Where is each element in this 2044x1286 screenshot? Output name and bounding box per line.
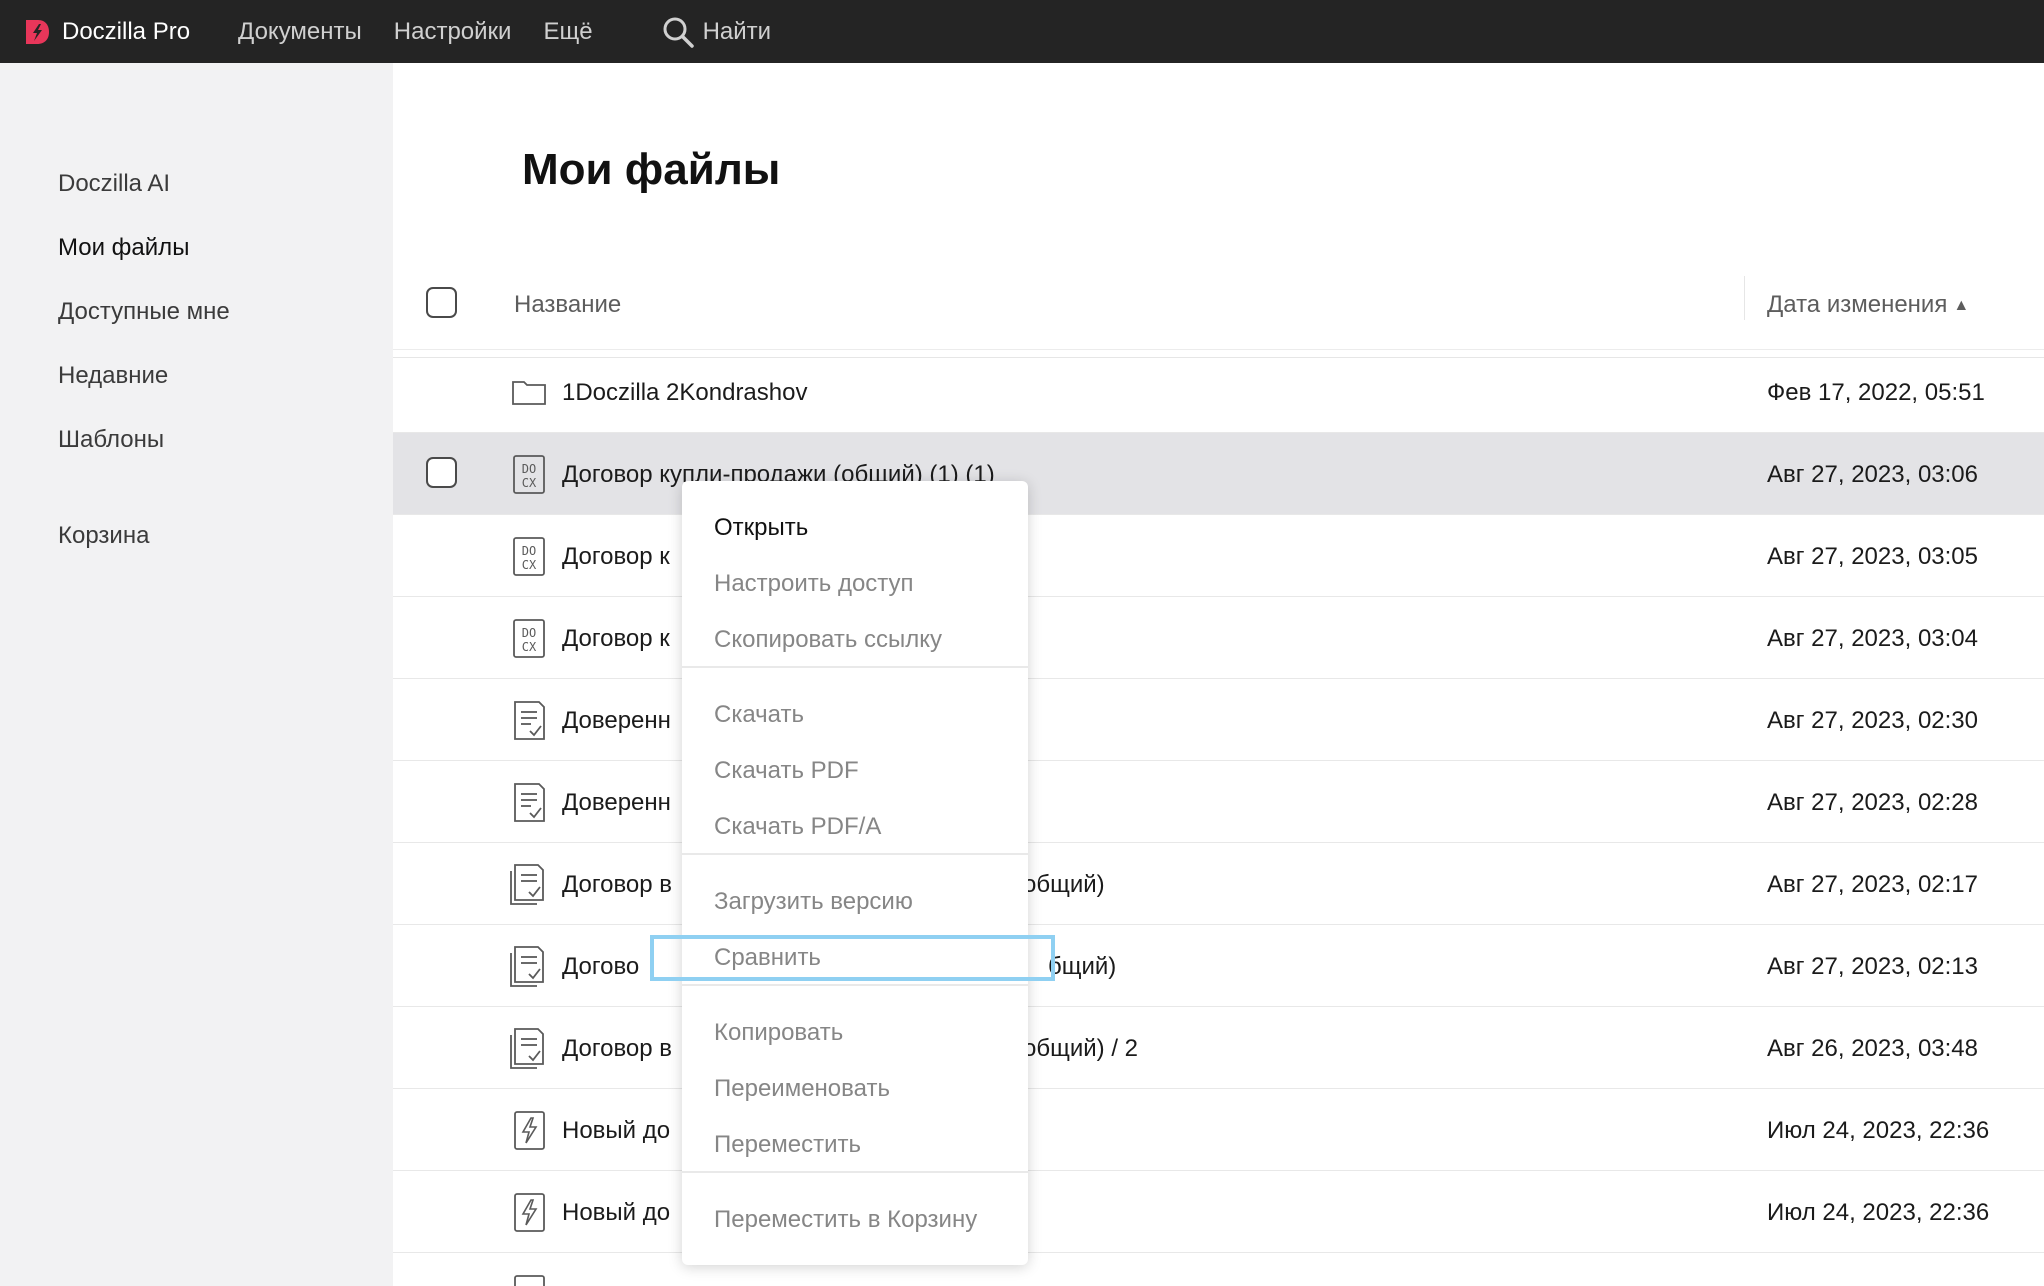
sidebar-item-trash[interactable]: Корзина <box>58 522 149 550</box>
menu-item-download-pdf[interactable]: Скачать PDF <box>714 757 859 785</box>
docx-icon: DO CX <box>513 619 545 658</box>
file-name: 1Doczilla 2Kondrashov <box>562 379 808 406</box>
menu-item-upload-version[interactable]: Загрузить версию <box>714 888 913 916</box>
doczilla-doc-icon <box>514 1111 545 1150</box>
table-row[interactable]: Договор в общий) / 2 Авг 26, 2023, 03:48 <box>393 1007 2044 1089</box>
table-row[interactable]: Договор в общий) Авг 27, 2023, 02:17 <box>393 843 2044 925</box>
menu-item-rename[interactable]: Переименовать <box>714 1075 890 1103</box>
column-header-name[interactable]: Название <box>514 291 621 319</box>
sidebar-item-shared-with-me[interactable]: Доступные мне <box>58 298 230 326</box>
menu-separator <box>682 984 1028 986</box>
menu-separator <box>682 666 1028 668</box>
file-date: Авг 27, 2023, 03:06 <box>1767 461 1978 488</box>
sidebar-item-templates[interactable]: Шаблоны <box>58 426 164 454</box>
file-date: Авг 27, 2023, 03:04 <box>1767 625 1978 652</box>
menu-item-download-pdfa[interactable]: Скачать PDF/A <box>714 813 881 841</box>
top-bar: Doczilla Pro Документы Настройки Ещё Най… <box>0 0 2044 63</box>
svg-text:CX: CX <box>522 640 537 654</box>
sidebar: Doczilla AI Мои файлы Доступные мне Неда… <box>0 63 393 1286</box>
doczilla-doc-icon <box>514 1275 545 1286</box>
table-row[interactable]: 1Doczilla 2Kondrashov Фев 17, 2022, 05:5… <box>393 351 2044 433</box>
template-stack-icon <box>510 1028 544 1069</box>
file-name: Доверенн <box>562 789 671 816</box>
file-name-tail: общий) / 2 <box>1023 1035 1138 1062</box>
template-stack-icon <box>510 946 544 987</box>
menu-item-share[interactable]: Настроить доступ <box>714 570 914 598</box>
table-row[interactable]: DO CX Договор к Авг 27, 2023, 03:04 <box>393 597 2044 679</box>
nav-settings[interactable]: Настройки <box>394 18 512 46</box>
search-button[interactable]: Найти <box>661 15 771 49</box>
menu-item-move[interactable]: Переместить <box>714 1131 861 1159</box>
file-name: Догово <box>562 953 640 980</box>
app-name: Doczilla Pro <box>62 17 191 45</box>
table-row[interactable]: DO CX Договор купли-продажи (общий) (1) … <box>393 433 2044 515</box>
sort-arrow-up-icon: ▲ <box>1953 297 1970 314</box>
table-row[interactable]: Новый до Июл 24, 2023, 22:36 <box>393 1089 2044 1171</box>
table-row[interactable]: DO CX Договор к Авг 27, 2023, 03:05 <box>393 515 2044 597</box>
template-stack-icon <box>510 864 544 905</box>
row-checkbox[interactable] <box>426 457 457 488</box>
table-row[interactable]: Доверенн Авг 27, 2023, 02:30 <box>393 679 2044 761</box>
table-row[interactable]: Доверенн Авг 27, 2023, 02:28 <box>393 761 2044 843</box>
menu-separator <box>682 1171 1028 1173</box>
file-date: Авг 27, 2023, 02:17 <box>1767 871 1978 898</box>
sidebar-item-my-files[interactable]: Мои файлы <box>58 234 189 262</box>
menu-separator <box>682 853 1028 855</box>
menu-item-open[interactable]: Открыть <box>714 514 808 542</box>
svg-text:CX: CX <box>522 558 537 572</box>
file-date: Авг 27, 2023, 03:05 <box>1767 543 1978 570</box>
file-name: Договор в <box>562 871 673 898</box>
file-name-tail: общий) <box>1023 871 1105 898</box>
search-icon <box>663 17 694 48</box>
column-divider <box>1744 276 1745 320</box>
table-row[interactable]: Догово бщий) Авг 27, 2023, 02:13 <box>393 925 2044 1007</box>
nav-more[interactable]: Ещё <box>543 18 592 46</box>
search-label: Найти <box>702 17 772 45</box>
header-divider <box>393 349 2044 350</box>
file-name: Доверенн <box>562 707 671 734</box>
file-name: Договор в <box>562 1035 673 1062</box>
main-content: Мои файлы Название Дата изменения ▲ 1Docz… <box>393 63 2044 1286</box>
menu-item-move-to-trash[interactable]: Переместить в Корзину <box>714 1206 977 1234</box>
file-name: Договор к <box>562 625 670 652</box>
doczilla-doc-icon <box>514 1193 545 1232</box>
doczilla-logo-icon <box>26 19 49 44</box>
page-title: Мои файлы <box>522 145 781 194</box>
context-menu: Открыть Настроить доступ Скопировать ссы… <box>682 481 1028 1265</box>
file-name: Договор к <box>562 543 670 570</box>
column-header-date[interactable]: Дата изменения ▲ <box>1767 291 1969 319</box>
template-doc-icon <box>514 701 545 740</box>
brand[interactable]: Doczilla Pro <box>22 17 190 47</box>
table-header: Название Дата изменения ▲ <box>393 263 2044 358</box>
file-name: Новый до <box>562 1199 671 1226</box>
docx-icon: DO CX <box>513 455 545 494</box>
template-doc-icon <box>514 783 545 822</box>
select-all-checkbox[interactable] <box>426 287 457 318</box>
file-date: Июл 24, 2023, 22:36 <box>1767 1117 1990 1144</box>
table-row-partial[interactable] <box>393 1253 2044 1286</box>
file-name: Новый до <box>562 1117 671 1144</box>
menu-item-copy[interactable]: Копировать <box>714 1019 843 1047</box>
file-date: Фев 17, 2022, 05:51 <box>1767 379 1985 406</box>
menu-item-download[interactable]: Скачать <box>714 701 804 729</box>
file-date: Авг 27, 2023, 02:13 <box>1767 953 1978 980</box>
sidebar-item-recent[interactable]: Недавние <box>58 362 168 390</box>
file-date: Авг 27, 2023, 02:30 <box>1767 707 1978 734</box>
nav-documents[interactable]: Документы <box>238 18 362 46</box>
file-name-tail: бщий) <box>1048 953 1117 980</box>
folder-icon <box>512 381 546 405</box>
table-row[interactable]: Новый до Июл 24, 2023, 22:36 <box>393 1171 2044 1253</box>
svg-text:DO: DO <box>522 462 536 476</box>
svg-text:DO: DO <box>522 626 536 640</box>
file-date: Авг 27, 2023, 02:28 <box>1767 789 1978 816</box>
svg-text:DO: DO <box>522 544 536 558</box>
menu-item-copy-link[interactable]: Скопировать ссылку <box>714 626 942 654</box>
svg-text:CX: CX <box>522 476 537 490</box>
sidebar-item-doczilla-ai[interactable]: Doczilla AI <box>58 170 170 198</box>
file-date: Июл 24, 2023, 22:36 <box>1767 1199 1990 1226</box>
file-date: Авг 26, 2023, 03:48 <box>1767 1035 1978 1062</box>
column-header-date-label: Дата изменения <box>1767 291 1948 318</box>
menu-item-compare[interactable]: Сравнить <box>714 944 821 972</box>
docx-icon: DO CX <box>513 537 545 576</box>
